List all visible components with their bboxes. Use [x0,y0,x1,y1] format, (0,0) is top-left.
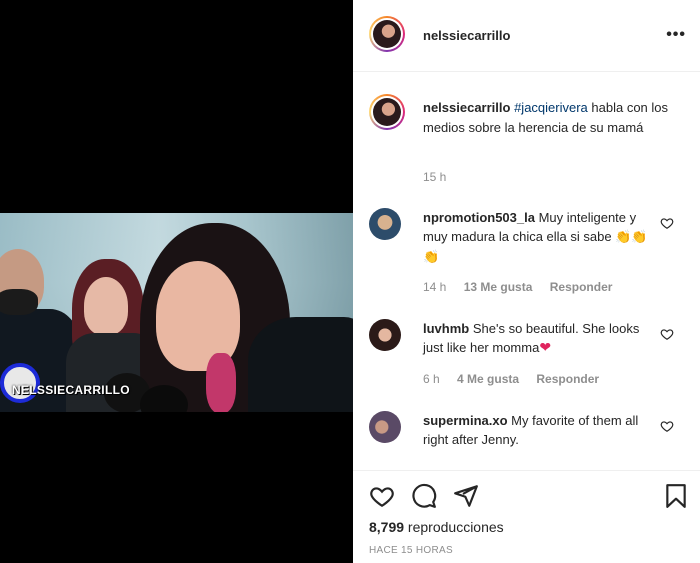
comment-time: 14 h [423,280,447,294]
more-options-icon[interactable]: ••• [666,27,686,43]
reply-button[interactable]: Responder [536,372,599,386]
comment-meta: 14 h 13 Me gusta Responder [423,280,626,294]
avatar[interactable] [369,319,401,351]
view-count[interactable]: 8,799 reproducciones [369,519,504,535]
like-comment-icon[interactable] [660,419,674,433]
video-person-left-mask [0,289,38,315]
comment-icon[interactable] [411,483,437,509]
avatar[interactable] [369,208,401,240]
heart-icon[interactable] [369,483,395,509]
avatar[interactable] [369,94,405,130]
caption-hashtag[interactable]: #jacqierivera [514,100,588,115]
video-watermark: NELSSIECARRILLO [12,383,130,397]
post-panel: nelssiecarrillo ••• nelssiecarrillo #jac… [353,0,700,563]
post-actions: 8,799 reproducciones HACE 15 HORAS [353,470,700,563]
video-frame[interactable]: NELSSIECARRILLO [0,213,353,412]
comment-time: 6 h [423,372,440,386]
video-person-right [248,317,353,412]
comment-meta: 6 h 4 Me gusta Responder [423,372,613,386]
caption-text: nelssiecarrillo #jacqierivera habla con … [423,98,683,138]
view-count-label: reproducciones [404,519,504,535]
comment-text: npromotion503_la Muy inteligente y muy m… [423,208,655,267]
avatar[interactable] [369,16,405,52]
avatar[interactable] [369,411,401,443]
comment-username[interactable]: supermina.xo [423,413,508,428]
comment-text: supermina.xo My favorite of them all rig… [423,411,655,449]
header-username[interactable]: nelssiecarrillo [423,28,510,43]
share-icon[interactable] [453,483,479,509]
comment-likes[interactable]: 13 Me gusta [464,280,533,294]
post-timestamp: HACE 15 HORAS [369,545,453,556]
video-person-main-pink-hair [206,353,236,412]
post-header: nelssiecarrillo ••• [353,0,700,72]
comment-text: luvhmb She's so beautiful. She looks jus… [423,319,655,357]
video-person-middle-face [84,277,128,335]
comment-likes[interactable]: 4 Me gusta [457,372,519,386]
post-media[interactable]: NELSSIECARRILLO [0,0,353,563]
red-heart-icon: ❤ [539,339,552,355]
view-count-number: 8,799 [369,519,405,535]
reply-button[interactable]: Responder [550,280,613,294]
like-comment-icon[interactable] [660,216,674,230]
bookmark-icon[interactable] [663,483,689,509]
caption-username[interactable]: nelssiecarrillo [423,100,510,115]
like-comment-icon[interactable] [660,327,674,341]
caption-time: 15 h [423,170,447,184]
comment-username[interactable]: luvhmb [423,321,469,336]
comment-username[interactable]: npromotion503_la [423,210,535,225]
